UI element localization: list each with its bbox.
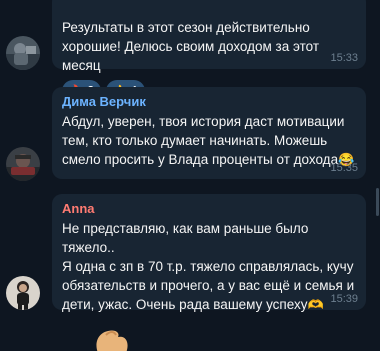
message-text: Абдул, уверен, твоя история даст мотивац… bbox=[62, 114, 355, 167]
sender-name[interactable]: Anna bbox=[62, 201, 356, 217]
avatar-image bbox=[6, 147, 40, 181]
message-time: 15:33 bbox=[330, 52, 358, 64]
message-bubble[interactable]: Дима Верчик Абдул, уверен, твоя история … bbox=[52, 87, 366, 179]
avatar[interactable] bbox=[6, 147, 40, 181]
scrollbar-thumb[interactable] bbox=[376, 188, 379, 216]
avatar[interactable] bbox=[6, 36, 40, 70]
message-time: 15:35 bbox=[330, 162, 358, 174]
avatar[interactable] bbox=[6, 276, 40, 310]
avatar-image bbox=[6, 36, 40, 70]
message-bubble[interactable]: Anna Не представляю, как вам раньше было… bbox=[52, 194, 366, 312]
sender-name[interactable]: Дима Верчик bbox=[62, 94, 356, 110]
message-time: 15:39 bbox=[330, 293, 358, 305]
message-text: Не представляю, как вам раньше было тяже… bbox=[62, 221, 355, 312]
avatar-image bbox=[6, 276, 40, 310]
message-bubble[interactable]: Результаты в этот сезон действительно хо… bbox=[52, 0, 366, 102]
sticker-image[interactable] bbox=[92, 325, 130, 351]
chat-area: Результаты в этот сезон действительно хо… bbox=[0, 0, 380, 351]
message-text: Результаты в этот сезон действительно хо… bbox=[62, 20, 320, 73]
heart-hands-emoji: 🫶 bbox=[307, 297, 324, 312]
